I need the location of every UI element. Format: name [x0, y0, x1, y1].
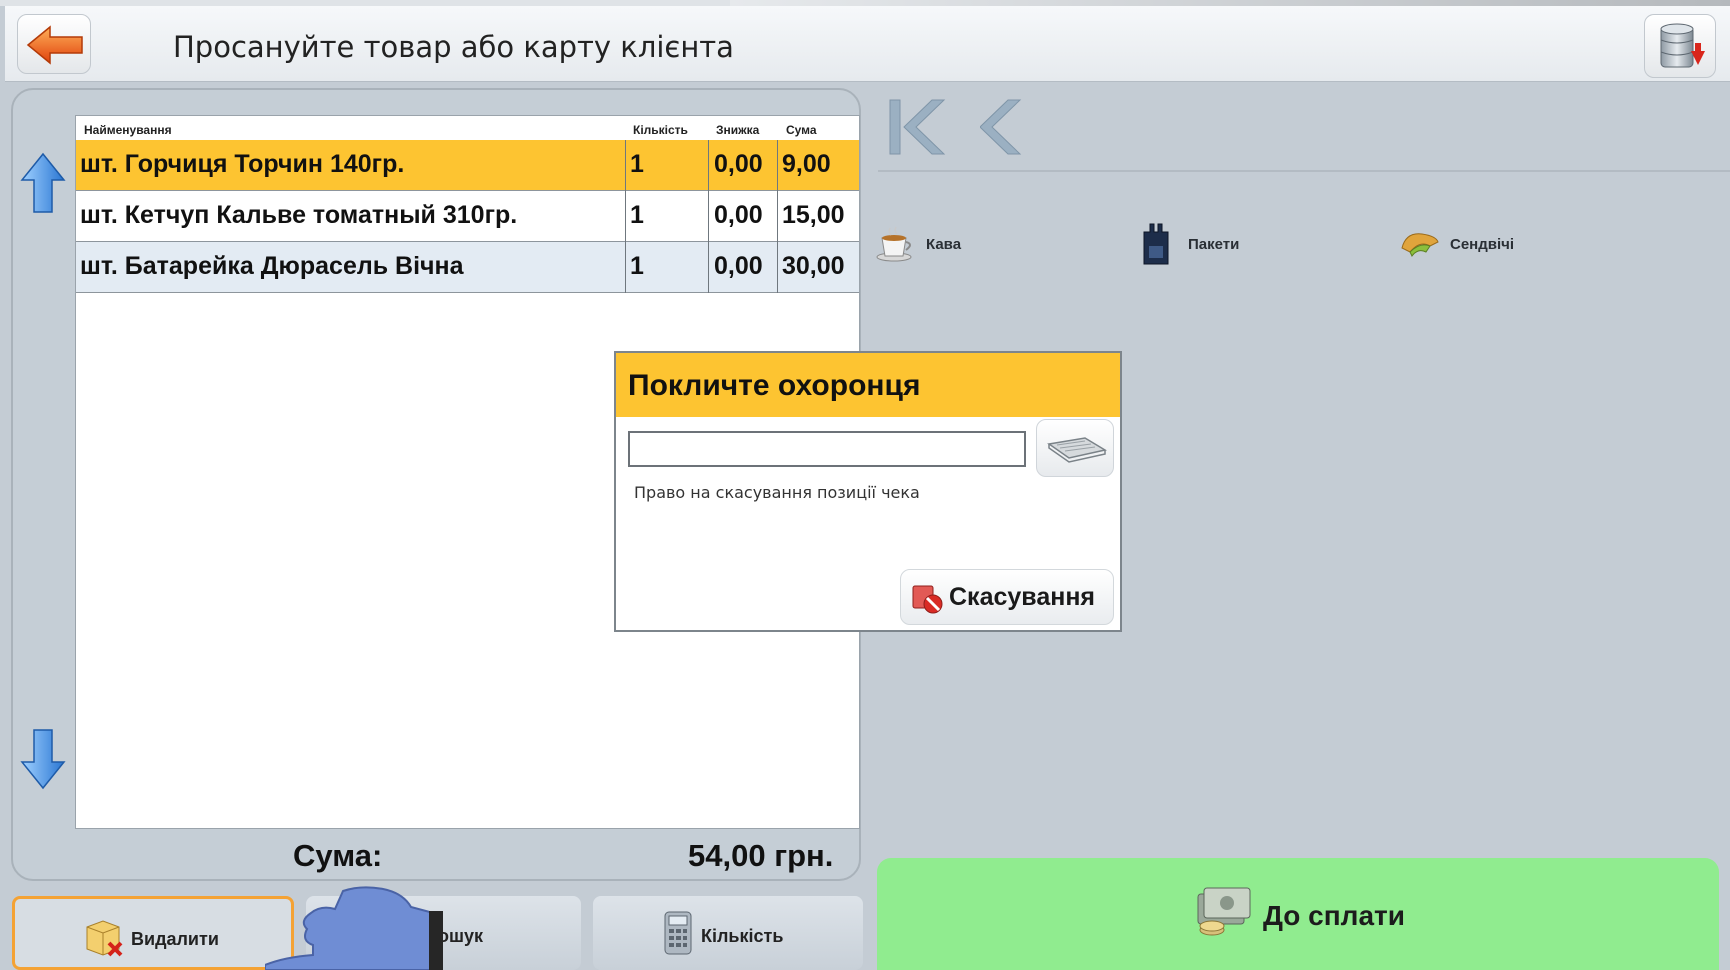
receipt-header: Найменування Кількість Знижка Сума	[76, 116, 859, 140]
column-divider	[708, 140, 709, 293]
scroll-up-arrow-icon[interactable]	[20, 152, 66, 214]
guard-code-input[interactable]	[628, 431, 1026, 467]
total-label: Сума:	[293, 838, 383, 873]
coffee-cup-icon	[876, 226, 912, 262]
database-download-icon	[1660, 23, 1705, 68]
sandwich-icon	[1401, 233, 1439, 257]
keyboard-icon	[1047, 437, 1107, 463]
item-sum: 15,00	[782, 201, 845, 229]
bag-icon	[1143, 223, 1169, 265]
item-discount: 0,00	[714, 252, 763, 280]
dialog-header: Покличте охоронця	[616, 353, 1120, 417]
column-qty-header: Кількість	[633, 123, 688, 137]
column-divider	[777, 140, 778, 293]
column-divider	[625, 140, 626, 293]
item-qty: 1	[630, 150, 644, 178]
category-kava[interactable]: Кава	[876, 222, 1056, 266]
quantity-label: Кількість	[701, 926, 784, 946]
keyboard-button[interactable]	[1036, 419, 1114, 477]
item-qty: 1	[630, 252, 644, 280]
pay-button[interactable]: До сплати	[877, 858, 1719, 970]
first-page-icon[interactable]	[888, 96, 948, 158]
item-sum: 9,00	[782, 150, 831, 178]
item-qty: 1	[630, 201, 644, 229]
pos-screen: Просануйте товар або карту клієнта Найме…	[0, 0, 1730, 970]
column-sum-header: Сума	[786, 123, 817, 137]
previous-page-icon[interactable]	[980, 96, 1024, 158]
column-name-header: Найменування	[84, 123, 172, 137]
category-label: Сендвічі	[1450, 236, 1515, 253]
table-row[interactable]: шт. Батарейка Дюрасель Вічна 1 0,00 30,0…	[76, 242, 859, 293]
calculator-icon	[664, 911, 692, 955]
delete-button[interactable]: Видалити	[12, 896, 294, 970]
dialog-description: Право на скасування позиції чека	[634, 483, 920, 502]
delete-label: Видалити	[131, 929, 219, 949]
item-name: шт. Горчиця Торчин 140гр.	[80, 150, 405, 178]
security-dialog: Покличте охоронця Право на скасування по…	[614, 351, 1122, 632]
item-sum: 30,00	[782, 252, 845, 280]
cancel-icon	[912, 585, 943, 614]
database-button[interactable]	[1644, 14, 1716, 78]
scroll-down-arrow-icon[interactable]	[20, 728, 66, 790]
money-icon	[1197, 887, 1251, 936]
pay-label: До сплати	[1263, 900, 1405, 931]
top-bar: Просануйте товар або карту клієнта	[5, 6, 1730, 82]
category-label: Пакети	[1188, 236, 1240, 253]
divider	[878, 170, 1730, 172]
category-label: Кава	[926, 236, 962, 253]
column-discount-header: Знижка	[716, 123, 760, 137]
back-button[interactable]	[17, 14, 91, 74]
pointing-hand-icon	[265, 886, 443, 970]
category-sendvichi[interactable]: Сендвічі	[1400, 222, 1600, 266]
item-name: шт. Батарейка Дюрасель Вічна	[80, 252, 464, 280]
item-discount: 0,00	[714, 150, 763, 178]
item-discount: 0,00	[714, 201, 763, 229]
quantity-button[interactable]: Кількість	[593, 896, 863, 970]
table-row[interactable]: шт. Горчиця Торчин 140гр. 1 0,00 9,00	[76, 140, 859, 191]
cancel-button[interactable]: Скасування	[900, 569, 1114, 625]
delete-item-icon	[86, 920, 123, 957]
total-value: 54,00 грн.	[688, 838, 834, 873]
scan-prompt: Просануйте товар або карту клієнта	[173, 30, 734, 64]
table-row[interactable]: шт. Кетчуп Кальве томатный 310гр. 1 0,00…	[76, 191, 859, 242]
back-arrow-icon	[26, 25, 83, 65]
item-name: шт. Кетчуп Кальве томатный 310гр.	[80, 201, 518, 229]
category-paketi[interactable]: Пакети	[1140, 222, 1320, 266]
dialog-title: Покличте охоронця	[628, 369, 921, 402]
cancel-label: Скасування	[949, 583, 1096, 611]
